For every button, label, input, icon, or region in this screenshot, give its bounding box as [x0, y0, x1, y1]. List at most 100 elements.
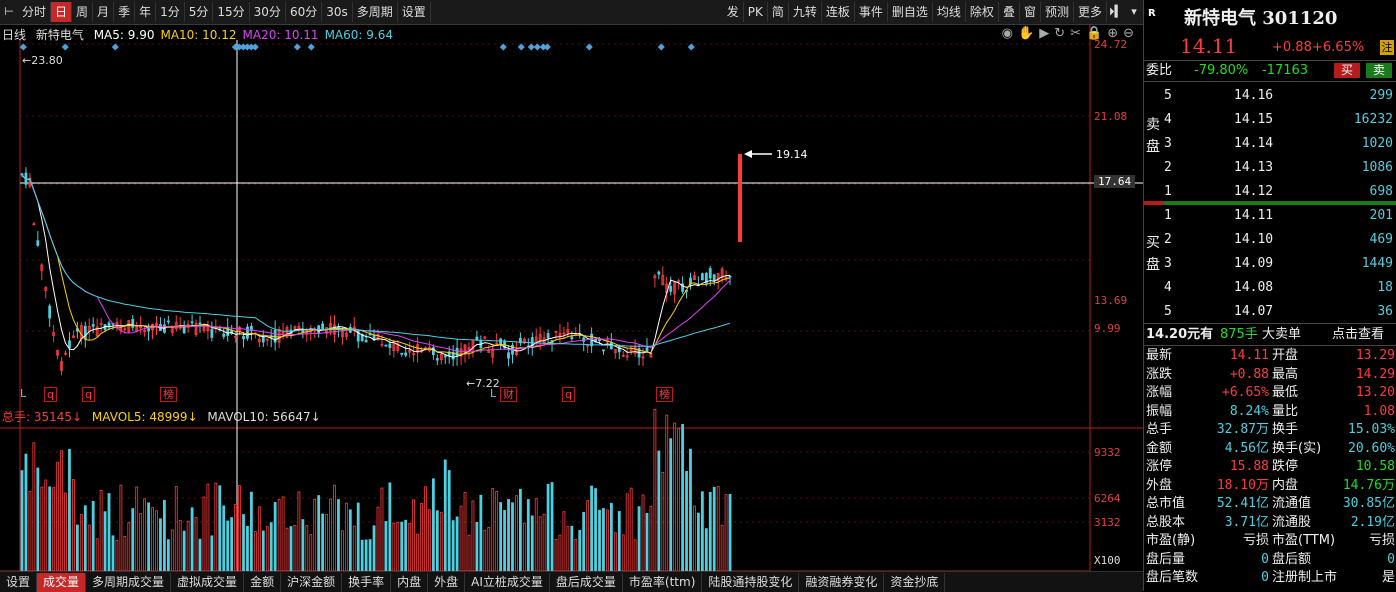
hand-icon[interactable]: ✋ [1018, 26, 1039, 41]
book-row[interactable]: 4 14.15 16232 [1144, 110, 1396, 129]
sell-button[interactable]: 卖 [1366, 63, 1392, 78]
event-marker[interactable]: L [488, 387, 498, 400]
book-row[interactable]: 2 14.10 469 [1144, 230, 1396, 249]
event-marker[interactable]: 榜 [160, 387, 177, 402]
period-tab[interactable]: 1分 [156, 2, 185, 22]
volume-bar [412, 499, 416, 572]
eye-icon[interactable]: ◉ [1002, 26, 1018, 41]
toolbar-item[interactable]: 九转 [789, 2, 822, 22]
toolbar-item[interactable]: 除权 [966, 2, 999, 22]
book-row[interactable]: 5 14.07 36 [1144, 302, 1396, 321]
big-order-row[interactable]: 14.20元有 875手 大卖单 点击查看 [1144, 325, 1396, 344]
stat-value: 15.03% [1348, 422, 1395, 437]
period-tab[interactable]: 60分 [286, 2, 323, 22]
book-row[interactable]: 1 14.12 698 [1144, 182, 1396, 201]
volume-bar [645, 513, 649, 572]
candle-body [147, 328, 150, 332]
volume-bar [649, 505, 653, 572]
toolbar-item[interactable]: 预测 [1041, 2, 1074, 22]
candle-body [190, 321, 194, 324]
event-marker[interactable]: q [82, 387, 95, 402]
period-tab[interactable]: 30s [322, 2, 353, 22]
period-tab[interactable]: 多周期 [353, 2, 398, 22]
price-change: +0.88 [1272, 40, 1312, 55]
scissors-icon[interactable]: ✂ [1070, 26, 1086, 41]
period-tab[interactable]: 15分 [213, 2, 250, 22]
period-tab[interactable]: 周 [72, 2, 94, 22]
indicator-tab[interactable]: 沪深金额 [281, 572, 343, 592]
book-row[interactable]: 2 14.13 1086 [1144, 158, 1396, 177]
indicator-tab[interactable]: 市盈率(ttm) [623, 572, 703, 592]
indicator-tab[interactable]: 设置 [0, 572, 38, 592]
book-price: 14.12 [1234, 184, 1274, 199]
indicator-tab[interactable]: 陆股通持股变化 [702, 572, 800, 592]
book-row[interactable]: 1 14.11 201 [1144, 206, 1396, 225]
big-order-link[interactable]: 点击查看 [1332, 325, 1384, 344]
indicator-tab[interactable]: 内盘 [391, 572, 429, 592]
book-row[interactable]: 5 14.16 299 [1144, 86, 1396, 105]
volume-bar [720, 524, 724, 572]
volume-bar [697, 512, 700, 572]
event-marker[interactable]: 财 [500, 387, 517, 402]
indicator-tab[interactable]: 成交量 [37, 572, 87, 592]
indicator-tab[interactable]: 资金抄底 [884, 572, 946, 592]
period-tab[interactable]: 5分 [185, 2, 214, 22]
book-row[interactable]: 4 14.08 18 [1144, 278, 1396, 297]
toolbar-item[interactable]: 连板 [822, 2, 855, 22]
volume-bar [542, 513, 546, 572]
toolbar-next-icon[interactable]: ⏵▍ [1107, 2, 1125, 22]
candle-body [364, 339, 368, 343]
event-marker[interactable]: L [18, 387, 28, 400]
period-tab[interactable]: 设置 [398, 2, 431, 22]
toolbar-item[interactable]: 均线 [933, 2, 966, 22]
period-tab[interactable]: 月 [93, 2, 115, 22]
period-tab[interactable]: 年 [135, 2, 157, 22]
volume-bar [400, 521, 404, 572]
indicator-tab[interactable]: 多周期成交量 [86, 572, 172, 592]
book-row[interactable]: 3 14.14 1020 [1144, 134, 1396, 153]
period-tab[interactable]: 30分 [250, 2, 286, 22]
toolbar-item[interactable]: PK [744, 2, 768, 22]
volume-bar [190, 507, 194, 572]
indicator-tab[interactable]: 外盘 [428, 572, 466, 592]
indicator-tab[interactable]: 虚拟成交量 [171, 572, 245, 592]
volume-bar [388, 482, 392, 572]
event-marker[interactable]: 榜 [656, 387, 673, 402]
toolbar-item[interactable]: 发 [723, 2, 744, 22]
kline-chart-area[interactable]: 日线 新特电气 MA5: 9.90 MA10: 10.12 MA20: 10.11 M… [0, 24, 1143, 572]
toolbar-toggle-icon[interactable]: ⊢ [0, 2, 18, 22]
volume-bar [305, 525, 309, 572]
toolbar-item[interactable]: 窗 [1020, 2, 1041, 22]
refresh-icon[interactable]: ↻ [1054, 26, 1070, 41]
book-row[interactable]: 3 14.09 1449 [1144, 254, 1396, 273]
event-marker[interactable]: q [562, 387, 575, 402]
info-diamond-icon [61, 43, 69, 51]
event-marker[interactable]: q [44, 387, 57, 402]
toolbar-item[interactable]: 叠 [999, 2, 1020, 22]
volume-bar [613, 532, 617, 572]
toolbar-item[interactable]: 事件 [855, 2, 888, 22]
toolbar-item[interactable]: 更多 [1074, 2, 1107, 22]
indicator-tab[interactable]: 换手率 [342, 572, 392, 592]
info-diamond-icon [687, 43, 695, 51]
play-icon[interactable]: ▶ [1039, 26, 1054, 41]
volume-bar [728, 493, 732, 572]
volume-bar [226, 520, 230, 572]
kline-chart[interactable] [0, 24, 1143, 572]
volume-bar [111, 535, 115, 572]
indicator-tab[interactable]: AI立桩成交量 [465, 572, 550, 592]
period-tab[interactable]: 日 [51, 2, 73, 22]
period-tab[interactable]: 季 [114, 2, 136, 22]
toolbar-item[interactable]: 简 [768, 2, 789, 22]
indicator-tab[interactable]: 融资融券变化 [799, 572, 885, 592]
toolbar-dropdown-icon[interactable]: ▾ [1125, 2, 1143, 22]
indicator-tab[interactable]: 盘后成交量 [550, 572, 623, 592]
indicator-tab[interactable]: 金额 [244, 572, 282, 592]
toolbar-item[interactable]: 删自选 [888, 2, 933, 22]
stat-label: 盘后额 [1272, 551, 1312, 567]
volume-bar [522, 522, 526, 572]
period-tab[interactable]: 分时 [18, 2, 52, 22]
volume-bar [253, 531, 257, 572]
book-level: 5 [1164, 304, 1172, 319]
buy-button[interactable]: 买 [1334, 63, 1360, 78]
